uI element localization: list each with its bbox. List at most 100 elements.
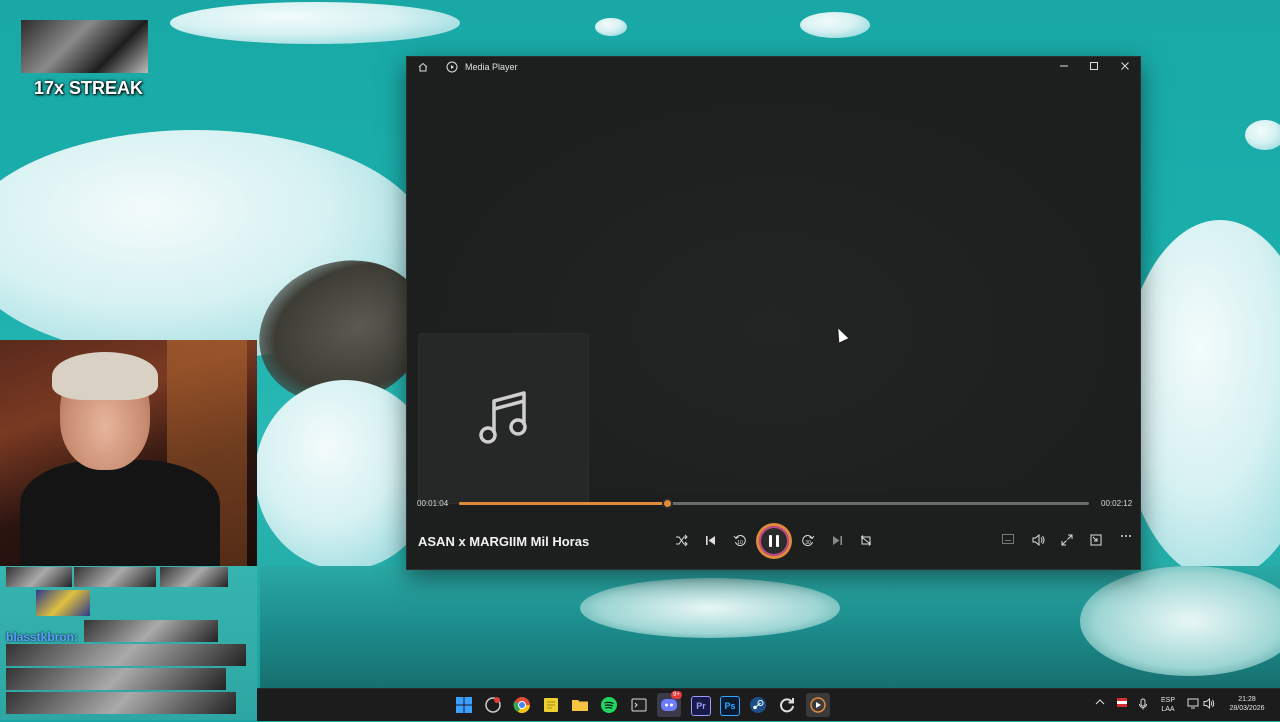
skip-forward-icon: 30 — [802, 535, 815, 546]
previous-button[interactable] — [700, 531, 720, 551]
fullscreen-icon — [1061, 534, 1073, 546]
chat-emote-row — [6, 692, 236, 714]
skip-forward-seconds: 30 — [805, 540, 811, 546]
fullscreen-button[interactable] — [1057, 531, 1077, 551]
skip-forward-button[interactable]: 30 — [798, 531, 818, 551]
taskbar-media-player[interactable] — [806, 693, 830, 717]
clock[interactable]: 21:28 28/03/2026 — [1223, 695, 1271, 713]
chat-emote-row — [6, 668, 226, 690]
skip-back-button[interactable]: 10 — [730, 531, 750, 551]
previous-icon — [705, 536, 715, 545]
discord-notification-badge: 9+ — [671, 691, 682, 699]
water-reflection — [260, 566, 1280, 688]
browser-alt-icon — [485, 697, 501, 713]
volume-button[interactable] — [1028, 531, 1048, 551]
elapsed-time: 00:01:04 — [417, 499, 449, 508]
speaker-icon[interactable] — [1203, 697, 1215, 711]
window-title: Media Player — [465, 62, 518, 72]
media-player-window: Media Player 00:01:04 00:02:12 ASAN x MA… — [407, 57, 1140, 569]
tray-flag-icon[interactable] — [1116, 697, 1128, 711]
home-icon[interactable] — [416, 61, 430, 75]
folder-icon — [572, 700, 588, 711]
iceberg-right — [1120, 220, 1280, 580]
seek-bar-fill — [459, 502, 667, 505]
chat-username: blasstkbron: — [6, 630, 79, 644]
more-icon — [1121, 535, 1131, 537]
captions-icon — [1002, 534, 1014, 544]
next-button[interactable] — [827, 531, 847, 551]
repeat-button[interactable] — [856, 531, 876, 551]
chat-emote-row — [6, 644, 246, 666]
skip-back-icon: 10 — [733, 535, 746, 546]
chat-emote — [74, 567, 156, 587]
chat-emote — [36, 590, 90, 616]
taskbar-photoshop[interactable]: Ps — [720, 696, 740, 716]
show-hidden-icons-chevron-up-icon[interactable] — [1095, 698, 1105, 708]
taskbar-premiere-pro[interactable]: Pr — [691, 696, 711, 716]
reflection-ice — [580, 578, 840, 638]
taskbar: 9+ Pr Ps ESP LAA 21:28 28/03/2026 — [257, 688, 1280, 721]
streak-thumbnail — [21, 20, 148, 73]
seek-bar[interactable] — [459, 498, 1089, 509]
refresh-icon — [780, 698, 794, 713]
media-player-icon — [810, 697, 826, 713]
media-player-app-icon — [445, 61, 459, 75]
chat-emote — [160, 567, 228, 587]
album-art — [418, 333, 589, 504]
mini-player-button[interactable] — [1086, 531, 1106, 551]
webcam-person-body — [20, 460, 220, 566]
windows-start-button[interactable] — [455, 696, 473, 714]
now-playing-area — [407, 79, 1140, 504]
microphone-icon[interactable] — [1138, 698, 1148, 712]
total-duration: 00:02:12 — [1101, 499, 1133, 508]
taskbar-file-explorer[interactable] — [571, 696, 589, 714]
mini-player-icon — [1090, 534, 1102, 546]
next-icon — [832, 536, 842, 545]
language-indicator[interactable]: ESP LAA — [1159, 696, 1177, 714]
network-icon[interactable] — [1187, 698, 1199, 711]
webcam-feed — [0, 340, 257, 566]
chrome-icon — [513, 697, 530, 714]
windows-logo-icon — [456, 697, 472, 713]
taskbar-browser-alt[interactable] — [484, 696, 502, 714]
minimize-button[interactable] — [1056, 60, 1072, 76]
language-code: ESP — [1160, 697, 1175, 704]
ice-floe-right-top — [1245, 120, 1280, 150]
pause-icon-bar — [776, 535, 779, 547]
skip-back-seconds: 10 — [737, 540, 743, 546]
shuffle-icon — [675, 534, 688, 547]
repeat-icon — [860, 535, 872, 546]
clock-date: 28/03/2026 — [1229, 705, 1265, 712]
more-options-button[interactable] — [1116, 531, 1136, 551]
close-button[interactable] — [1117, 60, 1133, 76]
chat-emote — [6, 567, 72, 587]
terminal-icon — [631, 698, 647, 712]
keyboard-layout: LAA — [1161, 706, 1175, 713]
taskbar-chrome[interactable] — [513, 696, 531, 714]
webcam-person-hair — [52, 352, 158, 400]
taskbar-notes[interactable] — [542, 696, 560, 714]
taskbar-steam[interactable] — [749, 696, 767, 714]
pause-button[interactable] — [759, 526, 789, 556]
maximize-button[interactable] — [1086, 60, 1102, 76]
track-title: ASAN x MARGIIM Mil Horas — [418, 534, 590, 549]
volume-icon — [1032, 534, 1044, 546]
chat-emote — [84, 620, 218, 642]
ice-floe-top — [170, 2, 460, 44]
pause-icon — [769, 535, 772, 547]
spotify-icon — [601, 697, 617, 713]
streak-label: 17x STREAK — [34, 78, 144, 98]
taskbar-terminal[interactable] — [630, 696, 648, 714]
reflection-ice-right — [1080, 566, 1280, 676]
captions-button[interactable] — [998, 531, 1018, 551]
taskbar-discord[interactable]: 9+ — [657, 691, 682, 717]
seek-bar-thumb[interactable] — [661, 498, 673, 509]
sticky-notes-icon — [544, 698, 558, 712]
taskbar-spotify[interactable] — [600, 696, 618, 714]
clock-time: 21:28 — [1238, 696, 1256, 703]
taskbar-refresh-app[interactable] — [778, 696, 796, 714]
music-note-icon — [479, 391, 527, 444]
shuffle-button[interactable] — [671, 531, 691, 551]
ice-floe-tiny — [595, 18, 627, 36]
ice-floe-small — [800, 12, 870, 38]
